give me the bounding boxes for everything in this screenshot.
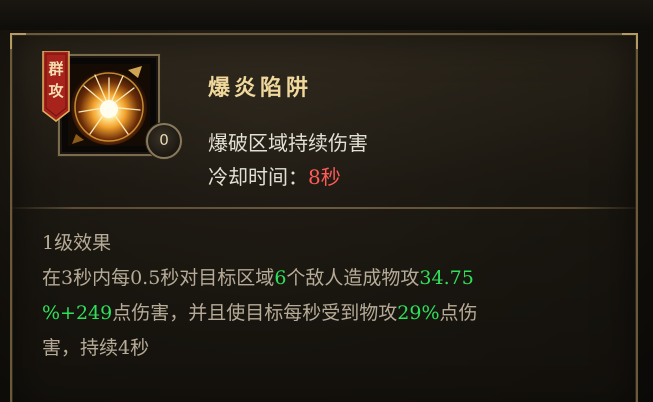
effect-target-count: 6 <box>274 267 287 289</box>
badge-char-1: 群 <box>48 60 64 78</box>
skill-icon-frame[interactable] <box>58 54 160 156</box>
skill-level-badge: 0 <box>146 123 182 159</box>
skill-description: 爆破区域持续伤害 <box>208 131 368 155</box>
skill-tooltip-scene: 群 攻 0 爆炎陷阱 爆破区域持续伤害 冷却时间：8秒 1级效果 在3秒内每0.… <box>0 0 653 402</box>
explosion-trap-icon <box>68 64 150 146</box>
cooldown-value: 8秒 <box>308 165 341 189</box>
cooldown-label: 冷却时间： <box>208 165 308 189</box>
effect-line-2: %+249点伤害，并且使目标每秒受到物攻29%点伤 <box>42 298 478 325</box>
effect-text: 点伤害，并且使目标每秒受到物攻 <box>112 302 398 324</box>
section-divider <box>12 207 638 209</box>
badge-char-2: 攻 <box>48 82 64 100</box>
top-strip <box>0 0 653 30</box>
badge-label: 群 攻 <box>41 58 71 102</box>
effect-damage-bonus: %+249 <box>42 302 113 324</box>
effect-text: 个敌人造成物攻 <box>286 267 420 289</box>
effect-dot-percent: 29% <box>397 302 440 324</box>
cooldown-row: 冷却时间：8秒 <box>208 161 341 190</box>
effect-line-1: 在3秒内每0.5秒对目标区域6个敌人造成物攻34.75 <box>42 263 474 290</box>
effect-text: 害，持续4秒 <box>42 337 150 359</box>
effect-damage-percent: 34.75 <box>419 267 474 289</box>
effect-text: 在3秒内每0.5秒对目标区域 <box>42 267 275 289</box>
effect-line-3: 害，持续4秒 <box>42 333 149 360</box>
skill-name: 爆炎陷阱 <box>208 75 313 101</box>
effect-text: 点伤 <box>439 302 478 324</box>
level-effect-title: 1级效果 <box>42 232 112 254</box>
